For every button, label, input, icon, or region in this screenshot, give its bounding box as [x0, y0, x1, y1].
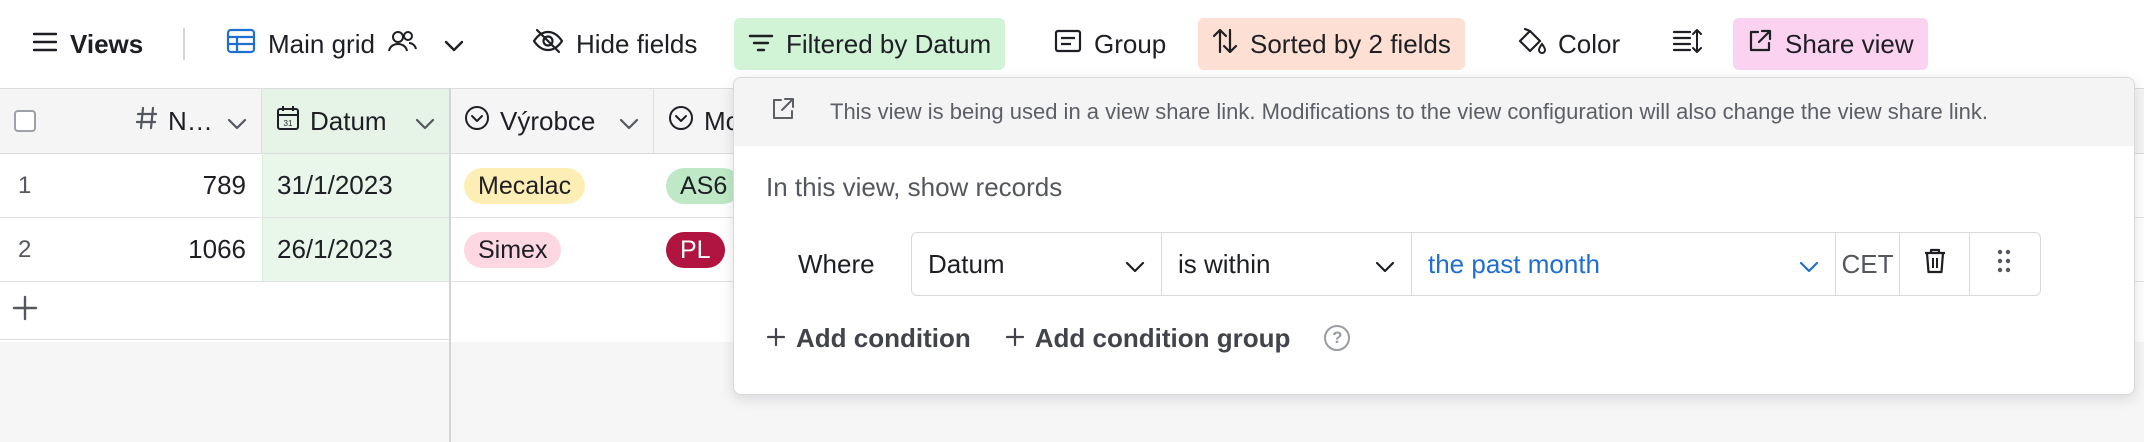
- hash-icon: [135, 106, 158, 137]
- trash-icon: [1923, 247, 1947, 282]
- collaborators-icon: [387, 29, 417, 60]
- filter-actions: Add condition Add condition group ?: [766, 314, 1351, 362]
- date-cell[interactable]: 26/1/2023: [262, 218, 450, 281]
- single-select-icon: [668, 105, 694, 138]
- condition-field-value: Datum: [928, 248, 1005, 279]
- external-link-icon: [770, 96, 796, 128]
- share-view-button[interactable]: Share view: [1733, 18, 1928, 70]
- chevron-down-icon: [1125, 249, 1145, 280]
- select-pill: Mecalac: [464, 167, 586, 204]
- hamburger-menu-icon: [32, 29, 58, 60]
- share-view-label: Share view: [1785, 28, 1914, 59]
- condition-operator-value: is within: [1178, 248, 1271, 279]
- condition-value-text: the past month: [1428, 248, 1600, 279]
- hide-fields-label: Hide fields: [576, 28, 698, 59]
- add-condition-group-label: Add condition group: [1034, 322, 1291, 353]
- row-number: 2: [18, 235, 32, 263]
- grid-view-icon: [226, 28, 256, 61]
- column-header-datum[interactable]: 31 Datum: [262, 89, 450, 153]
- column-label: Datum: [310, 105, 387, 136]
- filter-popover: This view is being used in a view share …: [733, 77, 2135, 395]
- group-button[interactable]: Group: [1040, 18, 1180, 70]
- eye-off-icon: [532, 28, 564, 61]
- chevron-down-icon: [1375, 249, 1395, 280]
- views-label: Views: [70, 28, 144, 59]
- date-cell[interactable]: 31/1/2023: [262, 154, 450, 217]
- column-header-vyrobce[interactable]: Výrobce: [450, 89, 654, 153]
- column-header-number[interactable]: N…: [120, 89, 262, 153]
- view-switcher-button[interactable]: Main grid: [212, 18, 479, 70]
- select-pill: Simex: [464, 231, 562, 268]
- plus-icon: [1005, 323, 1025, 354]
- column-label: Výrobce: [500, 105, 596, 136]
- chevron-down-icon[interactable]: [443, 29, 465, 60]
- filter-icon: [748, 29, 774, 60]
- filter-intro: In this view, show records: [766, 172, 1063, 202]
- app-page: Views Main grid Hide fields Filtered by …: [0, 0, 2144, 442]
- number-cell[interactable]: 789: [120, 154, 260, 217]
- calendar-icon: 31: [276, 105, 300, 138]
- color-button[interactable]: Color: [1502, 18, 1634, 70]
- add-condition-group-button[interactable]: Add condition group: [1005, 322, 1291, 354]
- condition-prefix: Where: [798, 248, 875, 279]
- views-button[interactable]: Views: [18, 18, 157, 70]
- chevron-down-icon: [1799, 249, 1819, 280]
- add-record-button[interactable]: [0, 282, 450, 340]
- timezone-label: CET: [1841, 248, 1894, 279]
- chevron-down-icon[interactable]: [619, 106, 639, 137]
- filter-label: Filtered by Datum: [786, 28, 992, 59]
- toolbar-divider: [183, 28, 185, 60]
- condition-operator-select[interactable]: is within: [1162, 233, 1412, 295]
- add-condition-button[interactable]: Add condition: [766, 323, 971, 354]
- select-pill: AS6: [666, 167, 742, 204]
- external-link-icon: [1747, 28, 1773, 61]
- help-icon[interactable]: ?: [1324, 325, 1351, 351]
- sort-button[interactable]: Sorted by 2 fields: [1198, 18, 1465, 70]
- chevron-down-icon[interactable]: [227, 106, 247, 137]
- share-link-notice: This view is being used in a view share …: [734, 78, 2134, 146]
- condition-field-select[interactable]: Datum: [912, 233, 1162, 295]
- svg-text:31: 31: [284, 119, 293, 128]
- group-label: Group: [1094, 28, 1167, 59]
- filter-condition: Datum is within the past month CET: [911, 232, 2041, 296]
- frozen-column-divider[interactable]: [449, 88, 451, 442]
- view-name: Main grid: [268, 28, 375, 59]
- select-all-checkbox[interactable]: [14, 110, 36, 132]
- column-label: N…: [168, 105, 213, 136]
- number-cell[interactable]: 1066: [120, 218, 260, 281]
- drag-handle-icon: [1996, 248, 2012, 281]
- add-condition-label: Add condition: [796, 322, 971, 353]
- chevron-down-icon[interactable]: [415, 106, 435, 137]
- single-select-icon: [464, 105, 490, 138]
- paint-bucket-icon: [1516, 27, 1547, 62]
- row-height-button[interactable]: [1658, 18, 1716, 70]
- row-height-icon: [1672, 28, 1702, 61]
- group-icon: [1054, 29, 1082, 60]
- sort-label: Sorted by 2 fields: [1250, 28, 1451, 59]
- share-notice-text: This view is being used in a view share …: [830, 99, 1989, 124]
- color-label: Color: [1558, 28, 1621, 59]
- row-number: 1: [18, 171, 32, 199]
- select-all-cell: [0, 89, 120, 153]
- select-pill: PL: [666, 231, 725, 268]
- timezone-button[interactable]: CET: [1836, 233, 1900, 295]
- drag-condition-handle[interactable]: [1970, 233, 2038, 295]
- filter-button[interactable]: Filtered by Datum: [734, 18, 1006, 70]
- sort-arrows-icon: [1212, 27, 1238, 62]
- condition-value-select[interactable]: the past month: [1412, 233, 1836, 295]
- plus-icon: [766, 323, 786, 354]
- plus-icon: [12, 295, 38, 326]
- manufacturer-cell[interactable]: Mecalac: [450, 154, 654, 217]
- view-toolbar: Views Main grid Hide fields Filtered by …: [0, 0, 2144, 88]
- hide-fields-button[interactable]: Hide fields: [518, 18, 711, 70]
- delete-condition-button[interactable]: [1900, 233, 1970, 295]
- manufacturer-cell[interactable]: Simex: [450, 218, 654, 281]
